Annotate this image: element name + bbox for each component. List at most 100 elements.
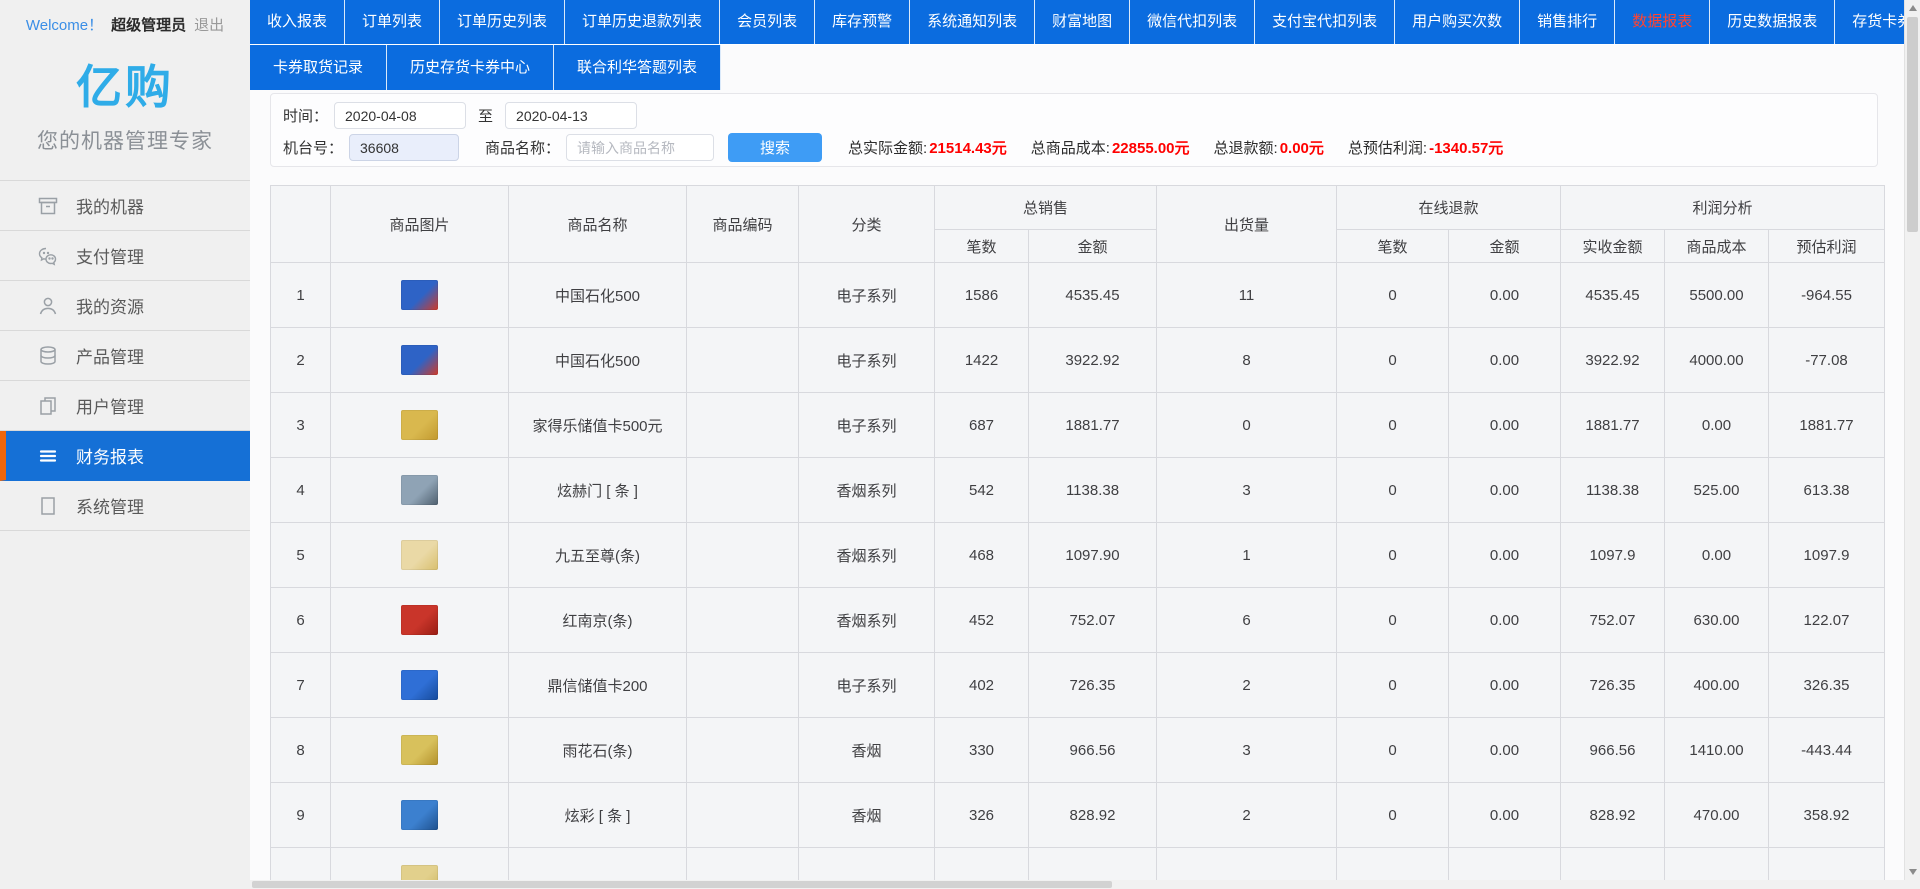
cell-shipment: 0 bbox=[1157, 393, 1337, 458]
stat-value: 21514.43元 bbox=[929, 140, 1007, 157]
cell-cost: 525.00 bbox=[1665, 458, 1769, 523]
vertical-scrollbar[interactable] bbox=[1904, 0, 1920, 880]
col-subheader-profit: 预估利润 bbox=[1769, 230, 1885, 263]
scrollbar-corner bbox=[1904, 880, 1920, 889]
cell-code bbox=[687, 848, 799, 881]
table-row: 2中国石化500电子系列14223922.92800.003922.924000… bbox=[271, 328, 1885, 393]
cell-index: 3 bbox=[271, 393, 331, 458]
cell-refund_count: 0 bbox=[1337, 718, 1449, 783]
date-from-input[interactable] bbox=[334, 102, 466, 129]
current-user-link[interactable]: 超级管理员 bbox=[111, 17, 186, 34]
cell-refund_count: 0 bbox=[1337, 653, 1449, 718]
horizontal-scrollbar[interactable] bbox=[250, 880, 1904, 889]
cell-refund_amount: 0.00 bbox=[1449, 523, 1561, 588]
nav-tab-8[interactable]: 微信代扣列表 bbox=[1130, 0, 1255, 44]
cell-sales_amount: 828.92 bbox=[1029, 783, 1157, 848]
cell-name: 鼎信储值卡200 bbox=[509, 653, 687, 718]
cell-profit bbox=[1769, 848, 1885, 881]
machine-number-input[interactable] bbox=[349, 134, 459, 161]
col-header-name: 商品名称 bbox=[509, 186, 687, 263]
sidebar-item-label: 系统管理 bbox=[76, 493, 144, 518]
cell-profit: -964.55 bbox=[1769, 263, 1885, 328]
cell-shipment: 8 bbox=[1157, 328, 1337, 393]
search-button[interactable]: 搜索 bbox=[728, 133, 822, 162]
machine-icon bbox=[36, 194, 60, 218]
cell-index: 1 bbox=[271, 263, 331, 328]
cell-name: 炫赫门 [ 条 ] bbox=[509, 458, 687, 523]
primary-tabs: 收入报表订单列表订单历史列表订单历史退款列表会员列表库存预警系统通知列表财富地图… bbox=[250, 0, 1920, 44]
sidebar-item-5[interactable]: 财务报表 bbox=[0, 431, 250, 481]
nav-tab-5[interactable]: 库存预警 bbox=[815, 0, 910, 44]
scroll-up-button[interactable] bbox=[1905, 0, 1920, 16]
logout-link[interactable]: 退出 bbox=[194, 17, 224, 34]
cell-code bbox=[687, 718, 799, 783]
vertical-scroll-thumb[interactable] bbox=[1907, 17, 1918, 232]
cell-profit: 1881.77 bbox=[1769, 393, 1885, 458]
cell-name: 家得乐储值卡500元 bbox=[509, 393, 687, 458]
scroll-down-button[interactable] bbox=[1905, 864, 1920, 880]
nav-tab-3[interactable]: 订单历史退款列表 bbox=[565, 0, 720, 44]
nav-tab-2[interactable]: 订单历史列表 bbox=[440, 0, 565, 44]
sidebar-item-0[interactable]: 我的机器 bbox=[0, 181, 250, 231]
product-image bbox=[401, 865, 438, 880]
sidebar-item-3[interactable]: 产品管理 bbox=[0, 331, 250, 381]
subnav-tab-0[interactable]: 卡券取货记录 bbox=[250, 45, 387, 90]
cell-refund_count: 0 bbox=[1337, 783, 1449, 848]
table-row: 7鼎信储值卡200电子系列402726.35200.00726.35400.00… bbox=[271, 653, 1885, 718]
sidebar-item-6[interactable]: 系统管理 bbox=[0, 481, 250, 531]
app-tagline: 您的机器管理专家 bbox=[0, 125, 250, 155]
stat-3: 总预估利润:-1340.57元 bbox=[1348, 137, 1503, 158]
nav-tab-12[interactable]: 数据报表 bbox=[1615, 0, 1710, 44]
nav-tab-0[interactable]: 收入报表 bbox=[250, 0, 345, 44]
nav-tab-9[interactable]: 支付宝代扣列表 bbox=[1255, 0, 1395, 44]
nav-tab-7[interactable]: 财富地图 bbox=[1035, 0, 1130, 44]
cell-refund_count: 0 bbox=[1337, 458, 1449, 523]
cell-code bbox=[687, 783, 799, 848]
cell-name: 九五至尊(条) bbox=[509, 523, 687, 588]
product-image bbox=[401, 605, 438, 635]
cell-sales_count: 326 bbox=[935, 783, 1029, 848]
nav-tab-11[interactable]: 销售排行 bbox=[1520, 0, 1615, 44]
cell-category: 电子系列 bbox=[799, 393, 935, 458]
subnav-tab-1[interactable]: 历史存货卡券中心 bbox=[387, 45, 554, 90]
horizontal-scroll-thumb[interactable] bbox=[252, 881, 1112, 888]
cell-category: 香烟 bbox=[799, 783, 935, 848]
cell-received: 1881.77 bbox=[1561, 393, 1665, 458]
report-table: 商品图片商品名称商品编码分类总销售出货量在线退款利润分析笔数金额笔数金额实收金额… bbox=[270, 185, 1885, 880]
nav-tab-4[interactable]: 会员列表 bbox=[720, 0, 815, 44]
cell-profit: -443.44 bbox=[1769, 718, 1885, 783]
cell-name bbox=[509, 848, 687, 881]
group-header: 在线退款 bbox=[1337, 186, 1561, 230]
subnav-tab-2[interactable]: 联合利华答题列表 bbox=[554, 45, 721, 90]
header-row-groups: 商品图片商品名称商品编码分类总销售出货量在线退款利润分析 bbox=[271, 186, 1885, 230]
sidebar-item-4[interactable]: 用户管理 bbox=[0, 381, 250, 431]
sidebar-item-label: 财务报表 bbox=[76, 443, 144, 468]
file-icon bbox=[36, 494, 60, 518]
nav-tab-13[interactable]: 历史数据报表 bbox=[1710, 0, 1835, 44]
nav-tab-1[interactable]: 订单列表 bbox=[345, 0, 440, 44]
nav-tab-6[interactable]: 系统通知列表 bbox=[910, 0, 1035, 44]
stat-value: 22855.00元 bbox=[1112, 140, 1190, 157]
cell-shipment bbox=[1157, 848, 1337, 881]
sidebar-item-2[interactable]: 我的资源 bbox=[0, 281, 250, 331]
sidebar-item-1[interactable]: 支付管理 bbox=[0, 231, 250, 281]
cell-received: 4535.45 bbox=[1561, 263, 1665, 328]
product-name-input[interactable] bbox=[566, 134, 714, 161]
table-row: 9炫彩 [ 条 ]香烟326828.92200.00828.92470.0035… bbox=[271, 783, 1885, 848]
date-to-input[interactable] bbox=[505, 102, 637, 129]
cell-name: 中国石化500 bbox=[509, 328, 687, 393]
cell-code bbox=[687, 328, 799, 393]
nav-tab-10[interactable]: 用户购买次数 bbox=[1395, 0, 1520, 44]
cell-sales_count: 687 bbox=[935, 393, 1029, 458]
cell-profit: -77.08 bbox=[1769, 328, 1885, 393]
cell-index bbox=[271, 848, 331, 881]
cell-img bbox=[331, 588, 509, 653]
cell-sales_count bbox=[935, 848, 1029, 881]
cell-shipment: 3 bbox=[1157, 718, 1337, 783]
cell-cost: 470.00 bbox=[1665, 783, 1769, 848]
cell-index: 2 bbox=[271, 328, 331, 393]
welcome-text: Welcome！ bbox=[26, 17, 103, 34]
filter-row-search: 机台号： 商品名称： 搜索 总实际金额:21514.43元总商品成本:22855… bbox=[283, 133, 1877, 162]
cell-img bbox=[331, 458, 509, 523]
group-header: 总销售 bbox=[935, 186, 1157, 230]
